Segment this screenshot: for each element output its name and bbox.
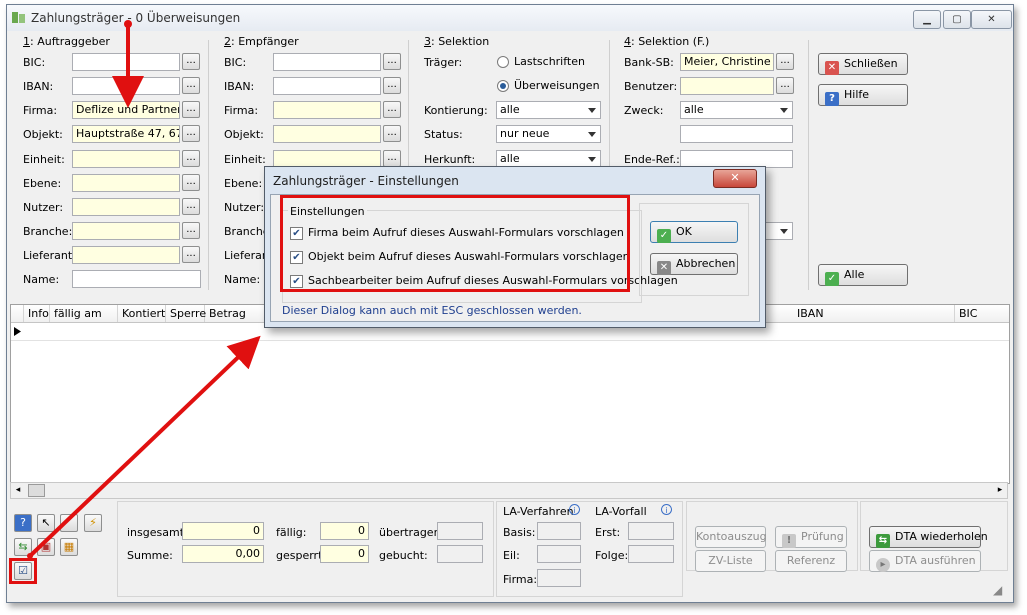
- annotation-arrows: [27, 20, 261, 559]
